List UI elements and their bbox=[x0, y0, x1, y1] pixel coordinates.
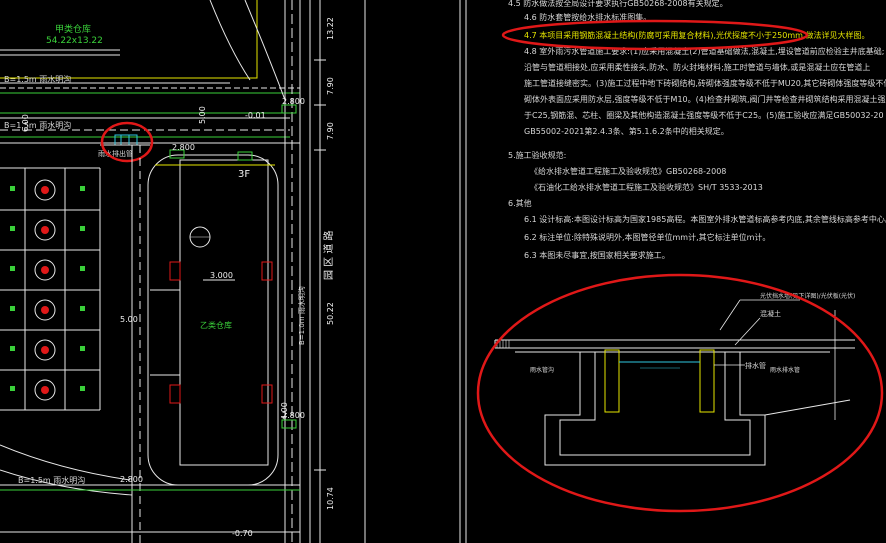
dim-6-00: 6.00 bbox=[21, 114, 30, 132]
slope-1: -0.01 bbox=[245, 111, 266, 120]
pipe-label-bottom: B=1.5m 雨水明沟 bbox=[18, 475, 85, 485]
elev-bottom: 2.800 bbox=[120, 475, 143, 484]
spec-line-10: 《给水排水管道工程施工及验收规范》GB50268-2008 bbox=[530, 166, 726, 176]
spec-line-15: 6.3 本图未尽事宜,按国家相关要求施工。 bbox=[524, 250, 670, 260]
detail-section: 光伏挡水墙(见下详图)/光伏板(光伏) 混凝土 排水管 雨水管沟 雨水排水管 bbox=[476, 273, 884, 513]
spec-line-6: 砌体外表面应采用防水层,强度等级不低于M10。(4)检查井砌筑,阀门井等检查井砌… bbox=[524, 94, 886, 104]
spec-line-12: 6.其他 bbox=[508, 198, 532, 208]
spec-notes: 4.5 防水做法按全局设计要求执行GB50268-2008有关规定。 4.6 防… bbox=[501, 0, 886, 260]
detail-label-pipe: 排水管 bbox=[745, 361, 766, 370]
elev-1: 2.800 bbox=[282, 97, 305, 106]
spec-line-7: 于C25,钢筋混、芯柱、圈梁及其他构造混凝土强度等级不低于C25。(5)施工验收… bbox=[524, 110, 884, 120]
dim-7-90-b: 7.90 bbox=[326, 122, 335, 140]
detail-label-top: 光伏挡水墙(见下详图)/光伏板(光伏) bbox=[760, 292, 855, 300]
dim-4-00: 4.00 bbox=[280, 402, 289, 420]
dim-13-22: 13.22 bbox=[326, 17, 335, 40]
slope-bottom: -0.70 bbox=[232, 529, 253, 538]
dim-7-90-a: 7.90 bbox=[326, 77, 335, 95]
detail-label-left: 雨水管沟 bbox=[530, 366, 554, 374]
spec-line-4: 沿管与管道相接处,应采用柔性接头,防水、防火封堵材料;施工时管道与墙体,或是混凝… bbox=[524, 62, 870, 72]
warehouse-label: 乙类仓库 bbox=[200, 320, 232, 330]
spec-line-13: 6.1 设计标高:本图设计标高为国家1985高程。本图室外排水管道标高参考内底,… bbox=[524, 214, 886, 224]
spec-line-2: 4.7 本项目采用钢筋混凝土结构(防腐可采用复合材料),光伏探度不小于250mm… bbox=[524, 30, 869, 40]
dim-10-74: 10.74 bbox=[326, 487, 335, 510]
cad-drawing-canvas[interactable]: 甲类仓库 54.22x13.22 B=1.5m 雨水明沟 B=1.5m 雨水明沟… bbox=[0, 0, 886, 543]
tank-array bbox=[0, 167, 101, 411]
building-label: 甲类仓库 bbox=[55, 23, 91, 35]
warehouse-outline bbox=[147, 154, 279, 486]
spec-line-9: 5.施工验收规范: bbox=[508, 150, 566, 160]
spec-line-8: GB55002-2021第2.4.3条、第5.1.6.2条中的相关规定。 bbox=[524, 126, 729, 136]
annotation-ellipse-detail bbox=[476, 273, 884, 513]
detail-label-right: 雨水排水管 bbox=[770, 366, 800, 374]
spec-line-5: 施工管道接缝密实。(3)施工过程中地下砖砌结构,砖砌体强度等级不低于MU20,其… bbox=[524, 78, 886, 88]
spec-line-0: 4.5 防水做法按全局设计要求执行GB50268-2008有关规定。 bbox=[508, 0, 728, 8]
spec-line-11: 《石油化工给水排水管道工程施工及验收规范》SH/T 3533-2013 bbox=[530, 182, 763, 192]
pipe-label-top: B=1.5m 雨水明沟 bbox=[4, 74, 71, 84]
elev-2: 2.800 bbox=[172, 143, 195, 152]
building-size: 54.22x13.22 bbox=[46, 36, 103, 46]
road-label: 园 区 道 路 bbox=[322, 230, 335, 280]
pipe-label-right: B=1.0m 雨水明沟 bbox=[297, 286, 306, 345]
dim-5-00-b: 5.00 bbox=[120, 315, 138, 324]
spec-line-14: 6.2 标注单位:除特殊说明外,本图管径单位mm计,其它标注单位m计。 bbox=[524, 232, 770, 242]
elev-main: 3.000 bbox=[210, 271, 233, 280]
pipe-label-mid: B=1.5m 雨水明沟 bbox=[4, 120, 71, 130]
site-plan: 甲类仓库 54.22x13.22 B=1.5m 雨水明沟 B=1.5m 雨水明沟… bbox=[0, 0, 467, 543]
warehouse-inner bbox=[179, 159, 269, 466]
detail-label-concrete: 混凝土 bbox=[760, 309, 781, 318]
building-outline-top bbox=[0, 0, 258, 79]
dim-5-00-a: 5.00 bbox=[198, 106, 207, 124]
dim-50-22: 50.22 bbox=[326, 302, 335, 325]
floor-label: 3F bbox=[238, 169, 250, 180]
